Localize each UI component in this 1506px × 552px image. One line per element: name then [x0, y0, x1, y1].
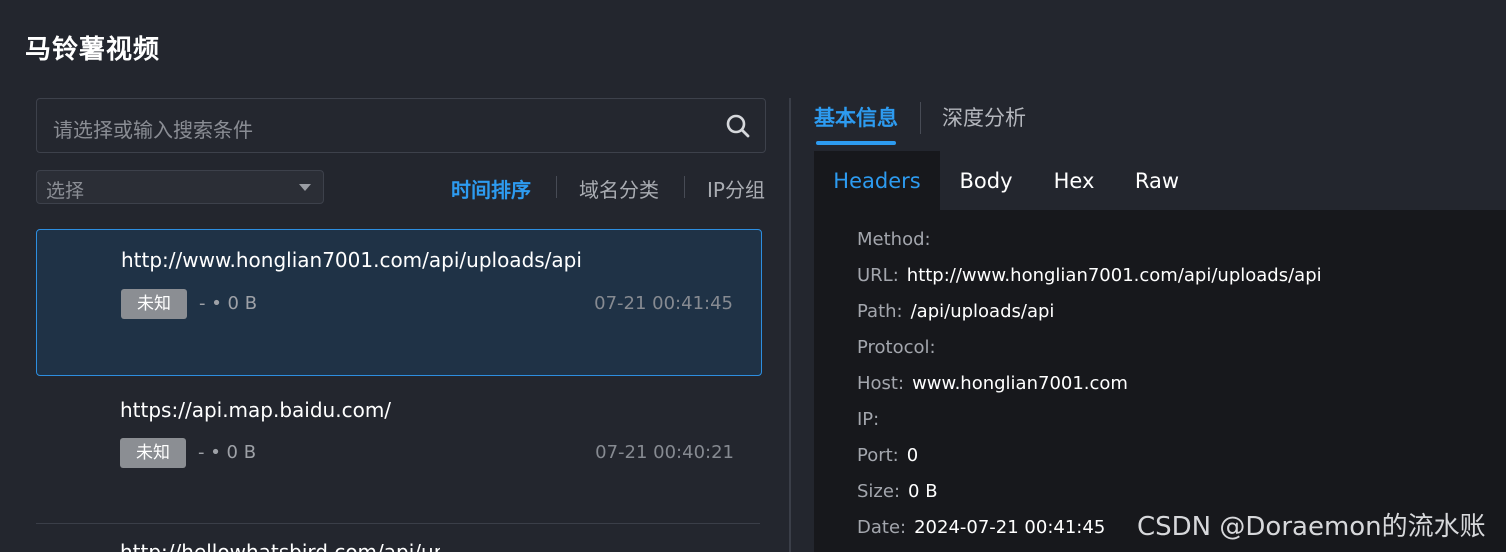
tab-basic-info[interactable]: 基本信息	[814, 102, 898, 132]
request-url: https://api.map.baidu.com/	[120, 398, 392, 422]
headers-detail-panel: Method: URL: http://www.honglian7001.com/…	[814, 210, 1506, 552]
panel-splitter[interactable]	[789, 98, 791, 552]
info-tab-divider	[920, 102, 921, 134]
request-meta: - • 0 B	[199, 293, 258, 314]
request-list-item[interactable]: https://api.map.baidu.com/ 未知 - • 0 B 07…	[36, 380, 762, 520]
detail-value: 0	[906, 445, 919, 466]
tab-ip-group[interactable]: IP分组	[707, 174, 765, 203]
detail-url: URL: http://www.honglian7001.com/api/uplo…	[857, 265, 1322, 286]
request-url: http://www.honglian7001.com/api/uploads/…	[121, 248, 582, 272]
tab-hex[interactable]: Hex	[1036, 151, 1112, 210]
request-time: 07-21 00:41:45	[594, 293, 733, 314]
detail-key: Host:	[857, 373, 905, 394]
status-badge: 未知	[120, 438, 186, 468]
detail-key: Port:	[857, 445, 899, 466]
detail-date: Date: 2024-07-21 00:41:45	[857, 517, 1105, 538]
detail-key: Method:	[857, 229, 931, 250]
detail-method: Method:	[857, 229, 939, 250]
detail-key: Path:	[857, 301, 903, 322]
detail-value: www.honglian7001.com	[912, 373, 1128, 394]
detail-key: Date:	[857, 517, 907, 538]
detail-protocol: Protocol:	[857, 337, 944, 358]
filter-select[interactable]: 选择	[36, 170, 324, 204]
caret-down-icon	[299, 184, 311, 191]
request-list-item[interactable]: http://www.honglian7001.com/api/uploads/…	[36, 229, 762, 376]
tab-deep-analysis[interactable]: 深度分析	[942, 102, 1026, 132]
detail-value: 2024-07-21 00:41:45	[914, 517, 1106, 538]
status-badge: 未知	[121, 289, 187, 319]
request-list-item-partial[interactable]: http://hellowhatsbird.com/api/uploads/ap…	[120, 540, 440, 552]
request-url: http://hellowhatsbird.com/api/uploads/ap…	[120, 540, 440, 552]
detail-key: URL:	[857, 265, 899, 286]
detail-value: /api/uploads/api	[910, 301, 1055, 322]
filter-select-value: 选择	[46, 180, 85, 202]
search-icon[interactable]	[725, 113, 751, 139]
detail-key: Protocol:	[857, 337, 936, 358]
tab-time-sort[interactable]: 时间排序	[451, 174, 531, 203]
request-meta: - • 0 B	[198, 442, 257, 463]
sub-tabs-bar: Headers Body Hex Raw	[814, 151, 1506, 210]
detail-key: Size:	[857, 481, 901, 502]
request-time: 07-21 00:40:21	[595, 442, 734, 463]
detail-value: 0 B	[908, 481, 938, 502]
app-title: 马铃薯视频	[25, 35, 161, 65]
watermark: CSDN @Doraemon的流水账	[1137, 512, 1486, 542]
detail-host: Host: www.honglian7001.com	[857, 373, 1128, 394]
detail-port: Port: 0	[857, 445, 918, 466]
sort-tab-divider	[684, 176, 685, 198]
search-placeholder: 请选择或输入搜索条件	[53, 118, 253, 142]
detail-size: Size: 0 B	[857, 481, 938, 502]
tab-body[interactable]: Body	[946, 151, 1026, 210]
detail-path: Path: /api/uploads/api	[857, 301, 1054, 322]
app-window: 马铃薯视频 请选择或输入搜索条件 选择 时间排序 域名分类 IP分组 http:…	[0, 0, 1506, 552]
tab-headers[interactable]: Headers	[814, 151, 940, 210]
tab-raw[interactable]: Raw	[1122, 151, 1192, 210]
tab-domain-group[interactable]: 域名分类	[579, 174, 659, 203]
list-divider	[36, 523, 760, 524]
active-tab-indicator	[816, 141, 896, 145]
search-input[interactable]: 请选择或输入搜索条件	[36, 98, 766, 153]
detail-key: IP:	[857, 409, 880, 430]
detail-value: http://www.honglian7001.com/api/uploads/…	[906, 265, 1322, 286]
detail-ip: IP:	[857, 409, 887, 430]
sort-tab-divider	[556, 176, 557, 198]
